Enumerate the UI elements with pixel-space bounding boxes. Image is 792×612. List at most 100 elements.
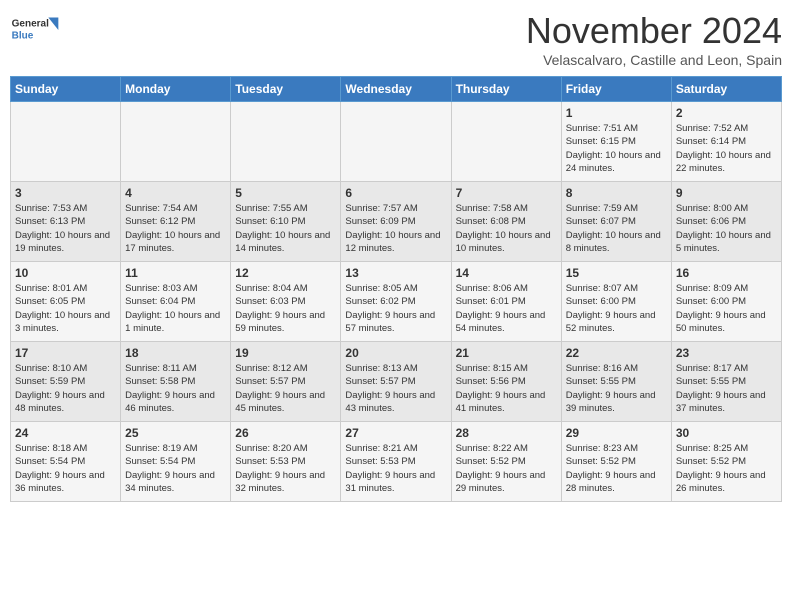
day-info: Sunrise: 8:17 AM Sunset: 5:55 PM Dayligh…: [676, 362, 777, 415]
day-number: 29: [566, 426, 667, 440]
page-header: General Blue November 2024 Velascalvaro,…: [10, 10, 782, 68]
calendar-cell: 7 Sunrise: 7:58 AM Sunset: 6:08 PM Daylig…: [451, 182, 561, 262]
day-number: 24: [15, 426, 116, 440]
day-info: Sunrise: 8:05 AM Sunset: 6:02 PM Dayligh…: [345, 282, 446, 335]
calendar-cell: 10Sunrise: 8:01 AM Sunset: 6:05 PM Dayli…: [11, 262, 121, 342]
day-info: Sunrise: 8:13 AM Sunset: 5:57 PM Dayligh…: [345, 362, 446, 415]
day-info: Sunrise: 7:57 AM Sunset: 6:09 PM Dayligh…: [345, 202, 446, 255]
day-info: Sunrise: 7:52 AM Sunset: 6:14 PM Dayligh…: [676, 122, 777, 175]
calendar-cell: 15 Sunrise: 8:07 AM Sunset: 6:00 PM Dayli…: [561, 262, 671, 342]
logo-icon: General Blue: [10, 10, 60, 50]
title-section: November 2024 Velascalvaro, Castille and…: [526, 10, 782, 68]
day-info: Sunrise: 7:53 AM Sunset: 6:13 PM Dayligh…: [15, 202, 116, 255]
day-info: Sunrise: 8:03 AM Sunset: 6:04 PM Dayligh…: [125, 282, 226, 335]
calendar-cell: 16 Sunrise: 8:09 AM Sunset: 6:00 PM Dayli…: [671, 262, 781, 342]
logo: General Blue: [10, 10, 60, 50]
day-info: Sunrise: 7:51 AM Sunset: 6:15 PM Dayligh…: [566, 122, 667, 175]
day-info: Sunrise: 8:00 AM Sunset: 6:06 PM Dayligh…: [676, 202, 777, 255]
calendar-cell: 30 Sunrise: 8:25 AM Sunset: 5:52 PM Dayli…: [671, 422, 781, 502]
day-number: 30: [676, 426, 777, 440]
calendar-cell: 2 Sunrise: 7:52 AM Sunset: 6:14 PM Daylig…: [671, 102, 781, 182]
day-info: Sunrise: 8:06 AM Sunset: 6:01 PM Dayligh…: [456, 282, 557, 335]
day-info: Sunrise: 8:04 AM Sunset: 6:03 PM Dayligh…: [235, 282, 336, 335]
calendar-cell: [121, 102, 231, 182]
calendar-cell: 24Sunrise: 8:18 AM Sunset: 5:54 PM Dayli…: [11, 422, 121, 502]
day-number: 1: [566, 106, 667, 120]
location-title: Velascalvaro, Castille and Leon, Spain: [526, 52, 782, 68]
day-number: 6: [345, 186, 446, 200]
calendar-cell: 19 Sunrise: 8:12 AM Sunset: 5:57 PM Dayli…: [231, 342, 341, 422]
calendar-cell: 25 Sunrise: 8:19 AM Sunset: 5:54 PM Dayli…: [121, 422, 231, 502]
day-number: 21: [456, 346, 557, 360]
svg-text:Blue: Blue: [12, 30, 34, 41]
day-info: Sunrise: 7:54 AM Sunset: 6:12 PM Dayligh…: [125, 202, 226, 255]
calendar-cell: 29Sunrise: 8:23 AM Sunset: 5:52 PM Dayli…: [561, 422, 671, 502]
calendar-cell: [451, 102, 561, 182]
weekday-header-monday: Monday: [121, 77, 231, 102]
calendar-table: SundayMondayTuesdayWednesdayThursdayFrid…: [10, 76, 782, 502]
day-number: 17: [15, 346, 116, 360]
calendar-week-1: 1 Sunrise: 7:51 AM Sunset: 6:15 PM Daylig…: [11, 102, 782, 182]
weekday-header-wednesday: Wednesday: [341, 77, 451, 102]
day-number: 9: [676, 186, 777, 200]
day-info: Sunrise: 8:19 AM Sunset: 5:54 PM Dayligh…: [125, 442, 226, 495]
day-info: Sunrise: 8:15 AM Sunset: 5:56 PM Dayligh…: [456, 362, 557, 415]
day-info: Sunrise: 7:58 AM Sunset: 6:08 PM Dayligh…: [456, 202, 557, 255]
day-number: 27: [345, 426, 446, 440]
calendar-cell: 11Sunrise: 8:03 AM Sunset: 6:04 PM Dayli…: [121, 262, 231, 342]
calendar-cell: 5 Sunrise: 7:55 AM Sunset: 6:10 PM Daylig…: [231, 182, 341, 262]
calendar-week-4: 17Sunrise: 8:10 AM Sunset: 5:59 PM Dayli…: [11, 342, 782, 422]
calendar-week-5: 24Sunrise: 8:18 AM Sunset: 5:54 PM Dayli…: [11, 422, 782, 502]
weekday-header-saturday: Saturday: [671, 77, 781, 102]
day-number: 12: [235, 266, 336, 280]
day-info: Sunrise: 8:16 AM Sunset: 5:55 PM Dayligh…: [566, 362, 667, 415]
day-info: Sunrise: 8:11 AM Sunset: 5:58 PM Dayligh…: [125, 362, 226, 415]
day-number: 16: [676, 266, 777, 280]
calendar-cell: 1 Sunrise: 7:51 AM Sunset: 6:15 PM Daylig…: [561, 102, 671, 182]
day-number: 4: [125, 186, 226, 200]
calendar-cell: 28Sunrise: 8:22 AM Sunset: 5:52 PM Dayli…: [451, 422, 561, 502]
day-info: Sunrise: 8:25 AM Sunset: 5:52 PM Dayligh…: [676, 442, 777, 495]
day-number: 14: [456, 266, 557, 280]
day-number: 2: [676, 106, 777, 120]
calendar-cell: 4 Sunrise: 7:54 AM Sunset: 6:12 PM Daylig…: [121, 182, 231, 262]
weekday-header-sunday: Sunday: [11, 77, 121, 102]
day-number: 3: [15, 186, 116, 200]
day-number: 7: [456, 186, 557, 200]
day-number: 26: [235, 426, 336, 440]
calendar-cell: 22 Sunrise: 8:16 AM Sunset: 5:55 PM Dayli…: [561, 342, 671, 422]
day-info: Sunrise: 8:01 AM Sunset: 6:05 PM Dayligh…: [15, 282, 116, 335]
day-number: 23: [676, 346, 777, 360]
day-number: 19: [235, 346, 336, 360]
day-info: Sunrise: 7:55 AM Sunset: 6:10 PM Dayligh…: [235, 202, 336, 255]
calendar-cell: 18 Sunrise: 8:11 AM Sunset: 5:58 PM Dayli…: [121, 342, 231, 422]
calendar-cell: [341, 102, 451, 182]
calendar-cell: 17Sunrise: 8:10 AM Sunset: 5:59 PM Dayli…: [11, 342, 121, 422]
weekday-header-row: SundayMondayTuesdayWednesdayThursdayFrid…: [11, 77, 782, 102]
month-title: November 2024: [526, 10, 782, 52]
calendar-week-2: 3 Sunrise: 7:53 AM Sunset: 6:13 PM Daylig…: [11, 182, 782, 262]
calendar-cell: 3 Sunrise: 7:53 AM Sunset: 6:13 PM Daylig…: [11, 182, 121, 262]
day-number: 25: [125, 426, 226, 440]
calendar-week-3: 10Sunrise: 8:01 AM Sunset: 6:05 PM Dayli…: [11, 262, 782, 342]
calendar-cell: 9 Sunrise: 8:00 AM Sunset: 6:06 PM Daylig…: [671, 182, 781, 262]
day-number: 18: [125, 346, 226, 360]
day-number: 5: [235, 186, 336, 200]
calendar-cell: 26 Sunrise: 8:20 AM Sunset: 5:53 PM Dayli…: [231, 422, 341, 502]
day-number: 8: [566, 186, 667, 200]
day-number: 22: [566, 346, 667, 360]
svg-text:General: General: [12, 19, 49, 30]
day-info: Sunrise: 8:20 AM Sunset: 5:53 PM Dayligh…: [235, 442, 336, 495]
day-number: 28: [456, 426, 557, 440]
calendar-cell: 6 Sunrise: 7:57 AM Sunset: 6:09 PM Daylig…: [341, 182, 451, 262]
weekday-header-friday: Friday: [561, 77, 671, 102]
day-info: Sunrise: 8:12 AM Sunset: 5:57 PM Dayligh…: [235, 362, 336, 415]
weekday-header-tuesday: Tuesday: [231, 77, 341, 102]
day-info: Sunrise: 8:07 AM Sunset: 6:00 PM Dayligh…: [566, 282, 667, 335]
day-number: 15: [566, 266, 667, 280]
calendar-cell: 12 Sunrise: 8:04 AM Sunset: 6:03 PM Dayli…: [231, 262, 341, 342]
calendar-cell: 13Sunrise: 8:05 AM Sunset: 6:02 PM Dayli…: [341, 262, 451, 342]
calendar-cell: [231, 102, 341, 182]
day-info: Sunrise: 8:21 AM Sunset: 5:53 PM Dayligh…: [345, 442, 446, 495]
day-info: Sunrise: 8:09 AM Sunset: 6:00 PM Dayligh…: [676, 282, 777, 335]
